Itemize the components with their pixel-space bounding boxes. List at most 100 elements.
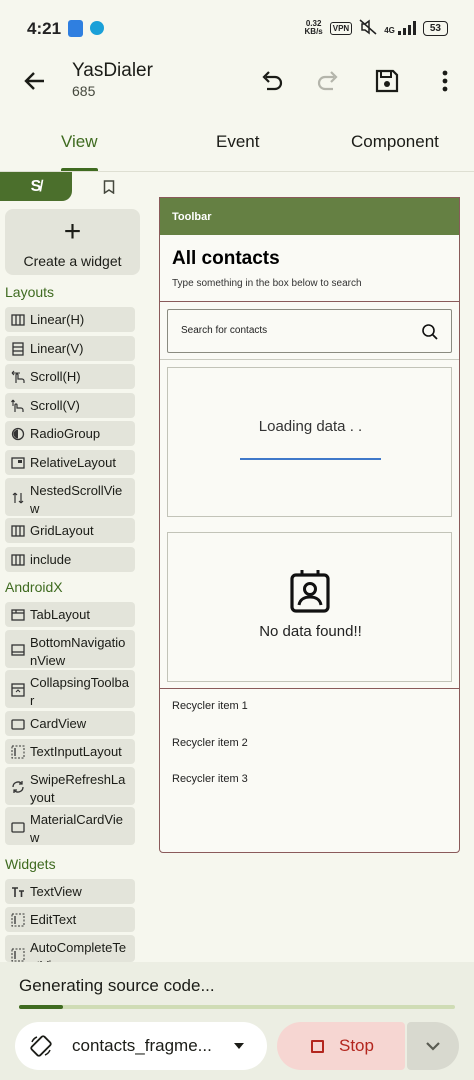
generating-progress-fill xyxy=(19,1005,63,1009)
save-button[interactable] xyxy=(372,66,402,96)
relative-layout-icon xyxy=(11,456,25,470)
section-layouts: Layouts xyxy=(5,284,55,300)
redo-icon xyxy=(317,71,338,91)
stop-button[interactable]: Stop xyxy=(277,1022,405,1070)
preview-title[interactable]: All contacts xyxy=(172,248,280,270)
palette-item-textview[interactable]: TextView xyxy=(5,879,135,904)
preview-toolbar[interactable]: Toolbar xyxy=(160,198,459,235)
palette-item-label: Linear(H) xyxy=(30,312,85,327)
stop-label: Stop xyxy=(339,1036,374,1055)
widgets-palette-toggle[interactable]: S̸ xyxy=(0,172,72,201)
palette-item-label: CollapsingToolbar xyxy=(30,675,130,708)
collapsing-toolbar-icon xyxy=(11,683,25,697)
palette-item-label: AutoCompleteTextView xyxy=(30,940,127,962)
screen-rotation-icon xyxy=(30,1035,52,1057)
app-bar: YasDialer 685 xyxy=(0,56,474,112)
run-options-button[interactable] xyxy=(407,1022,459,1070)
palette-item-radiogroup[interactable]: RadioGroup xyxy=(5,421,135,446)
swipe-refresh-icon xyxy=(11,780,25,794)
recycler-item[interactable]: Recycler item 2 xyxy=(172,737,248,749)
mute-icon xyxy=(359,19,377,37)
preview-empty-text[interactable]: No data found!! xyxy=(168,623,453,640)
preview-empty-container[interactable]: No data found!! xyxy=(167,532,452,682)
text-input-layout-icon xyxy=(11,745,25,759)
preview-loading-container[interactable]: Loading data . . xyxy=(167,367,452,517)
preview-header[interactable]: All contacts Type something in the box b… xyxy=(160,235,459,302)
scroll-vertical-icon xyxy=(11,399,25,413)
palette-item-include[interactable]: include xyxy=(5,547,135,572)
layout-preview[interactable]: Toolbar All contacts Type something in t… xyxy=(159,197,460,853)
include-icon xyxy=(11,553,25,567)
palette-item-linear-v[interactable]: Linear(V) xyxy=(5,336,135,361)
preview-search-container[interactable]: Search for contacts xyxy=(160,303,459,360)
preview-loading-text[interactable]: Loading data . . xyxy=(168,418,453,435)
card-view-icon xyxy=(11,717,25,731)
search-icon xyxy=(422,324,438,340)
palette-item-linear-h[interactable]: Linear(H) xyxy=(5,307,135,332)
project-title: YasDialer xyxy=(72,60,153,81)
section-widgets: Widgets xyxy=(5,856,56,872)
palette-item-edittext[interactable]: EditText xyxy=(5,907,135,932)
palette-item-autocompletetextview[interactable]: AutoCompleteTextView xyxy=(5,935,135,962)
network-type: 4G xyxy=(384,26,395,35)
material-card-icon xyxy=(11,820,25,834)
bookmark-palette-toggle[interactable] xyxy=(98,178,120,196)
project-id: 685 xyxy=(72,83,96,99)
palette-item-relativelayout[interactable]: RelativeLayout xyxy=(5,450,135,475)
palette-item-swiperefreshlayout[interactable]: SwipeRefreshLayout xyxy=(5,767,135,805)
back-button[interactable] xyxy=(20,66,50,96)
palette-item-tablayout[interactable]: TabLayout xyxy=(5,602,135,627)
palette-item-materialcardview[interactable]: MaterialCardView xyxy=(5,807,135,845)
generating-progress-track xyxy=(19,1005,455,1009)
autocomplete-icon xyxy=(11,948,25,962)
palette-item-gridlayout[interactable]: GridLayout xyxy=(5,518,135,543)
preview-recycler-view[interactable]: Recycler item 1 Recycler item 2 Recycler… xyxy=(160,688,459,852)
scroll-horizontal-icon xyxy=(11,370,25,384)
palette-item-label: Scroll(H) xyxy=(30,369,81,384)
chevron-down-icon xyxy=(426,1042,440,1051)
undo-icon xyxy=(262,71,283,91)
recycler-item[interactable]: Recycler item 3 xyxy=(172,773,248,785)
palette-item-cardview[interactable]: CardView xyxy=(5,711,135,736)
create-widget-button[interactable]: + Create a widget xyxy=(5,209,140,275)
palette-item-nestedscrollview[interactable]: NestedScrollView xyxy=(5,478,135,516)
palette-item-label: NestedScrollView xyxy=(30,483,123,516)
tab-component[interactable]: Component xyxy=(351,132,439,152)
preview-subtitle[interactable]: Type something in the box below to searc… xyxy=(172,278,362,289)
palette-item-textinputlayout[interactable]: TextInputLayout xyxy=(5,739,135,764)
more-vert-icon xyxy=(442,70,448,92)
radio-group-icon xyxy=(11,427,25,441)
palette-item-label: RelativeLayout xyxy=(30,455,116,470)
palette-item-label: RadioGroup xyxy=(30,426,101,441)
palette-item-label: Scroll(V) xyxy=(30,398,80,413)
vpn-badge: VPN xyxy=(329,21,353,35)
tab-event[interactable]: Event xyxy=(216,132,259,152)
undo-button[interactable] xyxy=(256,66,286,96)
contact-card-icon xyxy=(290,570,330,613)
strikethrough-s-icon: S̸ xyxy=(30,177,42,195)
preview-search-placeholder: Search for contacts xyxy=(181,325,268,336)
generating-text: Generating source code... xyxy=(19,976,215,995)
palette-item-label: TextView xyxy=(30,884,82,899)
editor-tabs: View Event Component xyxy=(0,120,474,172)
create-widget-label: Create a widget xyxy=(23,253,122,269)
dropdown-caret-icon xyxy=(234,1043,244,1049)
recycler-item[interactable]: Recycler item 1 xyxy=(172,700,248,712)
grid-layout-icon xyxy=(11,524,25,538)
active-tab-indicator xyxy=(61,168,98,171)
palette-item-scroll-h[interactable]: Scroll(H) xyxy=(5,364,135,389)
layout-file-selector[interactable]: contacts_fragme... xyxy=(15,1022,267,1070)
palette-item-scroll-v[interactable]: Scroll(V) xyxy=(5,393,135,418)
notification-app-icon xyxy=(68,20,83,37)
tab-view[interactable]: View xyxy=(61,132,98,152)
palette-item-label: include xyxy=(30,552,72,567)
redo-button[interactable] xyxy=(314,66,344,96)
network-speed-unit: KB/s xyxy=(304,27,323,36)
palette-item-bottomnavigationview[interactable]: BottomNavigationView xyxy=(5,630,135,668)
network-speed: 0.32 KB/s xyxy=(305,20,323,36)
overflow-menu-button[interactable] xyxy=(430,66,460,96)
edit-text-icon xyxy=(11,913,25,927)
palette-item-collapsingtoolbar[interactable]: CollapsingToolbar xyxy=(5,670,135,708)
preview-progress-bar[interactable] xyxy=(240,458,381,460)
preview-search-input[interactable]: Search for contacts xyxy=(167,309,452,353)
